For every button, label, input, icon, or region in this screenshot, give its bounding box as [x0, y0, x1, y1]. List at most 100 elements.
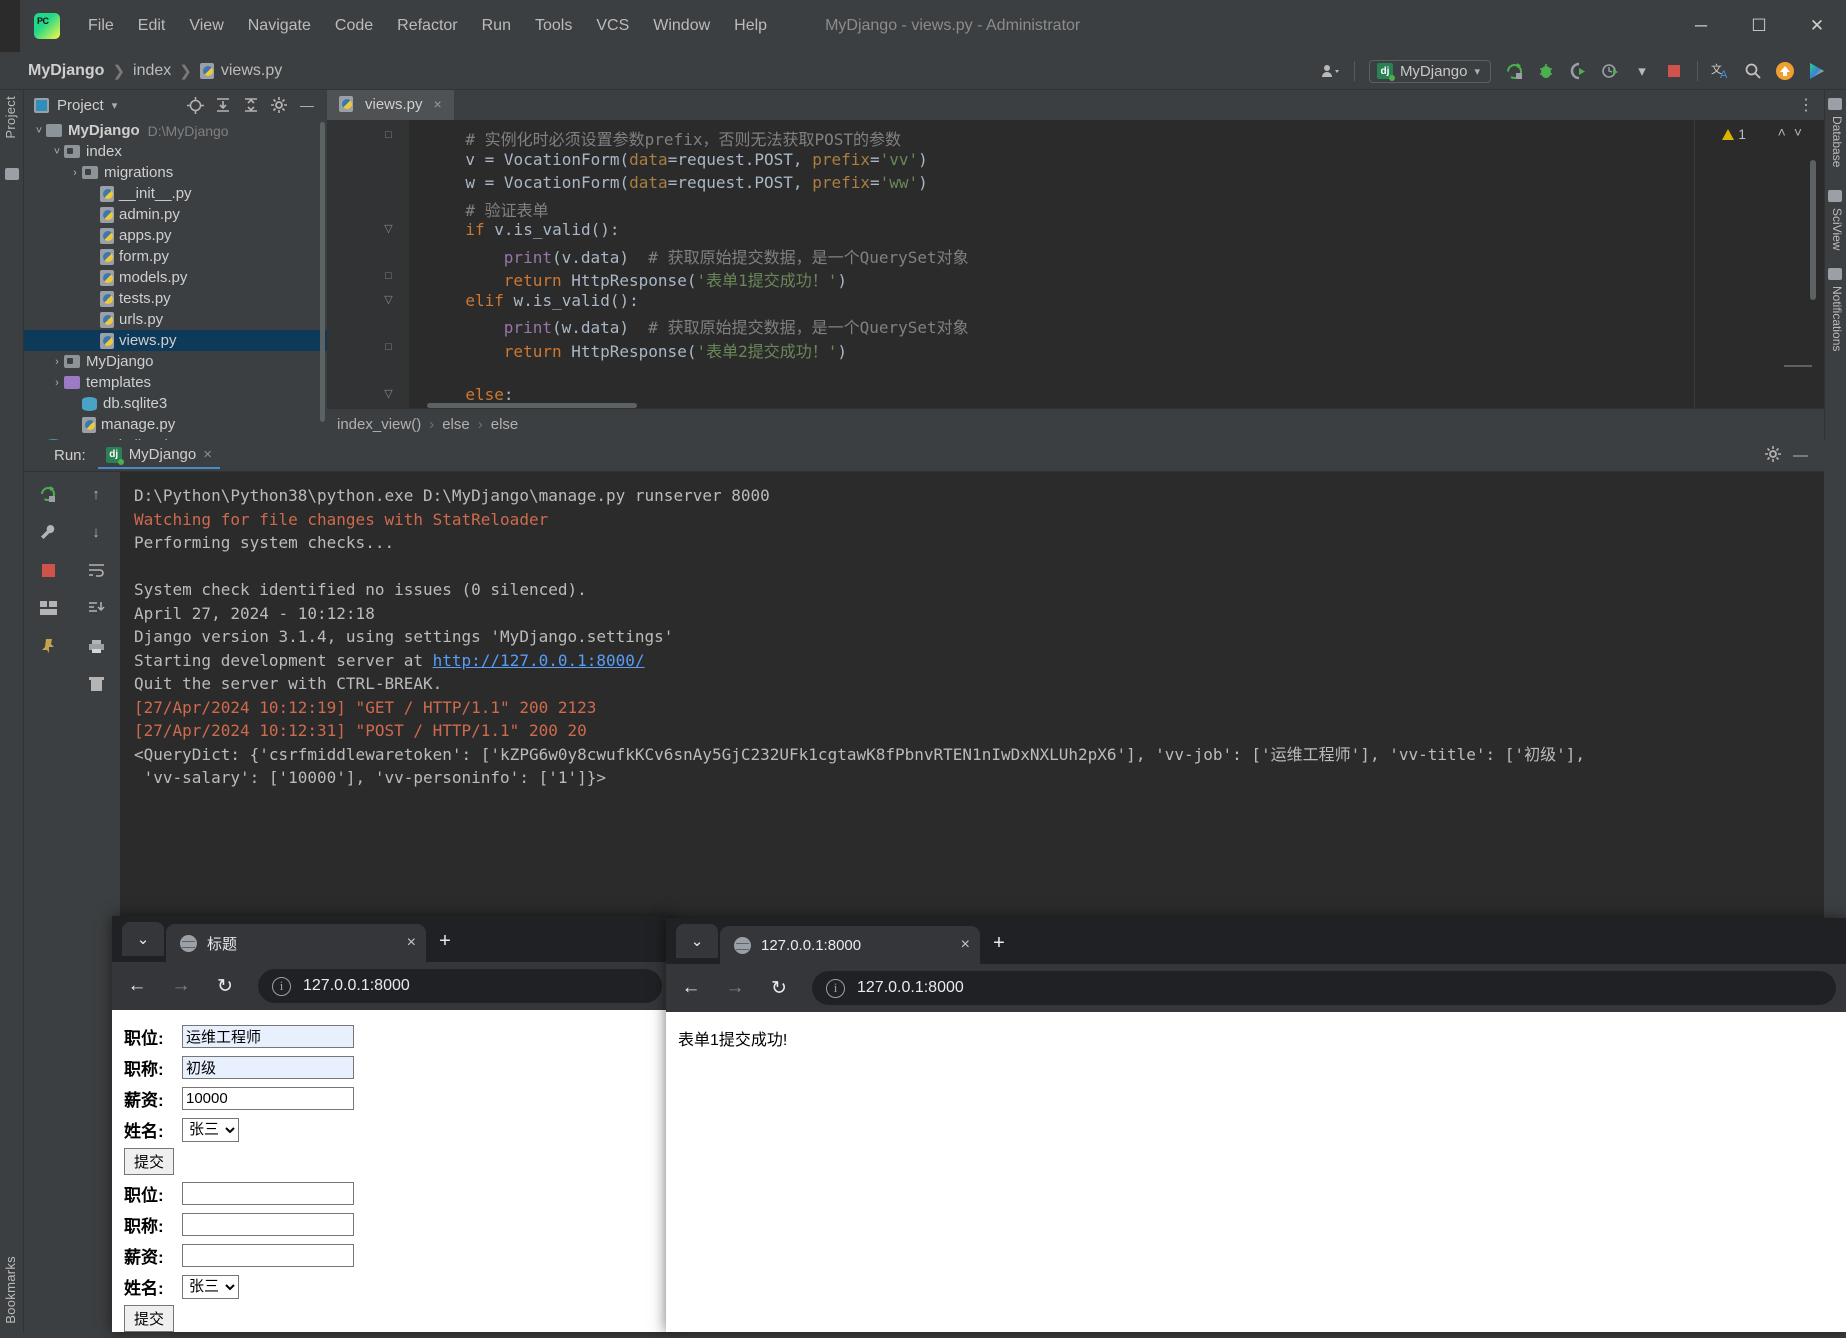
- input-title[interactable]: [182, 1213, 354, 1236]
- code-fold-icon[interactable]: □: [383, 271, 394, 282]
- inspection-nav[interactable]: ˄ ˅: [1778, 124, 1802, 140]
- chevron-right-icon[interactable]: ›: [50, 356, 64, 368]
- sciview-grid-icon[interactable]: [1828, 190, 1842, 202]
- tab-search-chevron-icon[interactable]: ⌄: [122, 922, 164, 956]
- menu-item-edit[interactable]: Edit: [126, 13, 178, 39]
- database-grid-icon[interactable]: [1828, 98, 1842, 110]
- code-fold-icon[interactable]: □: [383, 341, 394, 353]
- hide-panel-icon[interactable]: —: [1793, 447, 1808, 464]
- tree-item-urls-py[interactable]: urls.py: [24, 309, 327, 330]
- tree-item-form-py[interactable]: form.py: [24, 246, 327, 267]
- pin-icon[interactable]: [35, 634, 61, 658]
- menu-item-code[interactable]: Code: [323, 13, 385, 39]
- code-line[interactable]: return HttpResponse('表单1提交成功！'): [504, 267, 847, 291]
- editor-vertical-scrollbar[interactable]: [1810, 160, 1816, 300]
- menu-item-run[interactable]: Run: [470, 13, 523, 39]
- stop-icon[interactable]: [35, 558, 61, 582]
- tree-item-templates[interactable]: › templates: [24, 372, 327, 393]
- code-fold-icon[interactable]: ▽: [383, 294, 394, 306]
- wrench-icon[interactable]: [35, 520, 61, 544]
- menu-item-refactor[interactable]: Refactor: [385, 13, 469, 39]
- code-line[interactable]: else:: [465, 385, 513, 404]
- settings-gear-icon[interactable]: [267, 94, 291, 116]
- input-job[interactable]: [182, 1182, 354, 1205]
- menu-item-file[interactable]: File: [76, 13, 126, 39]
- locate-icon[interactable]: [183, 94, 207, 116]
- tree-item-apps-py[interactable]: apps.py: [24, 225, 327, 246]
- close-icon[interactable]: ×: [203, 446, 212, 463]
- new-tab-button[interactable]: +: [428, 924, 462, 958]
- forward-button[interactable]: →: [166, 971, 196, 1001]
- tree-item-admin-py[interactable]: admin.py: [24, 204, 327, 225]
- address-bar[interactable]: i 127.0.0.1:8000: [812, 971, 1836, 1005]
- trash-icon[interactable]: [83, 672, 109, 696]
- debug-icon[interactable]: [1531, 57, 1561, 85]
- close-icon[interactable]: ×: [407, 934, 416, 952]
- collapse-all-icon[interactable]: [239, 94, 263, 116]
- expand-all-icon[interactable]: [211, 94, 235, 116]
- code-line[interactable]: w = VocationForm(data=request.POST, pref…: [465, 173, 927, 192]
- server-url-link[interactable]: http://127.0.0.1:8000/: [433, 651, 645, 670]
- translate-icon[interactable]: 文A: [1706, 57, 1736, 85]
- browser-tab[interactable]: 标题 ×: [166, 924, 426, 962]
- project-tree[interactable]: ˅ MyDjango D:\MyDjango ˅ index › migrati…: [24, 120, 327, 440]
- chevron-down-icon[interactable]: ▾: [112, 99, 118, 112]
- tree-item-db-sqlite3[interactable]: db.sqlite3: [24, 393, 327, 414]
- chevron-right-icon[interactable]: ›: [50, 377, 64, 389]
- code-breadcrumb-else-2[interactable]: else: [491, 416, 519, 433]
- close-icon[interactable]: ×: [434, 96, 442, 112]
- input-title[interactable]: [182, 1056, 354, 1079]
- code-fold-icon[interactable]: ▽: [383, 224, 394, 235]
- submit-button-form1[interactable]: 提交: [124, 1148, 175, 1175]
- select-personinfo[interactable]: 张三: [182, 1117, 239, 1142]
- print-icon[interactable]: [83, 634, 109, 658]
- search-icon[interactable]: [1738, 57, 1768, 85]
- run-icon[interactable]: [1499, 57, 1529, 85]
- back-button[interactable]: ←: [676, 973, 706, 1003]
- chevron-down-icon[interactable]: ˅: [50, 146, 64, 158]
- tool-window-button-bookmarks[interactable]: Bookmarks: [3, 1256, 18, 1324]
- code-line[interactable]: if v.is_valid():: [465, 220, 619, 239]
- submit-button-form2[interactable]: 提交: [124, 1305, 175, 1332]
- code-line[interactable]: # 实例化时必须设置参数prefix，否则无法获取POST的参数: [465, 126, 901, 150]
- menu-item-window[interactable]: Window: [641, 13, 722, 39]
- stop-icon[interactable]: [1659, 57, 1689, 85]
- rerun-icon[interactable]: [35, 482, 61, 506]
- tab-search-chevron-icon[interactable]: ⌄: [676, 924, 718, 958]
- user-dropdown-icon[interactable]: [1316, 57, 1346, 85]
- breadcrumb-project[interactable]: MyDjango: [28, 62, 104, 80]
- input-job[interactable]: [182, 1025, 354, 1048]
- menu-item-tools[interactable]: Tools: [523, 13, 584, 39]
- code-line[interactable]: return HttpResponse('表单2提交成功！'): [504, 338, 847, 362]
- code-line[interactable]: print(v.data) # 获取原始提交数据，是一个QuerySet对象: [504, 244, 969, 268]
- tree-item-migrations[interactable]: › migrations: [24, 162, 327, 183]
- editor-tab-views-py[interactable]: views.py ×: [327, 90, 454, 120]
- menu-item-vcs[interactable]: VCS: [584, 13, 641, 39]
- tool-window-button-project[interactable]: Project: [3, 96, 18, 139]
- tree-item-mydjango-root[interactable]: ˅ MyDjango D:\MyDjango: [24, 120, 327, 141]
- code-fold-icon[interactable]: □: [383, 130, 394, 141]
- project-tree-scrollbar[interactable]: [320, 122, 325, 422]
- menu-item-view[interactable]: View: [177, 13, 235, 39]
- tool-window-button-sciview[interactable]: SciView: [1830, 208, 1844, 250]
- code-line[interactable]: print(w.data) # 获取原始提交数据，是一个QuerySet对象: [504, 314, 969, 338]
- tool-window-button-database[interactable]: Database: [1830, 116, 1844, 167]
- code-viewport[interactable]: 18□# 实例化时必须设置参数prefix，否则无法获取POST的参数19v =…: [327, 120, 1824, 408]
- soft-wrap-icon[interactable]: [83, 558, 109, 582]
- chevron-right-icon[interactable]: ›: [68, 167, 82, 179]
- run-configuration-selector[interactable]: dj MyDjango ▾: [1368, 59, 1491, 83]
- new-tab-button[interactable]: +: [982, 926, 1016, 960]
- tree-item-models-py[interactable]: models.py: [24, 267, 327, 288]
- site-info-icon[interactable]: i: [826, 978, 845, 998]
- profile-icon[interactable]: [1595, 57, 1625, 85]
- editor-tabs-options-icon[interactable]: ⋮: [1798, 90, 1824, 120]
- pycharm-pro-icon[interactable]: [1802, 57, 1832, 85]
- reload-button[interactable]: ↻: [764, 973, 794, 1003]
- scroll-down-icon[interactable]: ↓: [83, 520, 109, 544]
- scroll-to-end-icon[interactable]: [83, 596, 109, 620]
- maximize-button[interactable]: ☐: [1730, 0, 1788, 52]
- address-bar[interactable]: i 127.0.0.1:8000: [258, 969, 662, 1003]
- coverage-icon[interactable]: [1563, 57, 1593, 85]
- layout-icon[interactable]: [35, 596, 61, 620]
- tree-item-index[interactable]: ˅ index: [24, 141, 327, 162]
